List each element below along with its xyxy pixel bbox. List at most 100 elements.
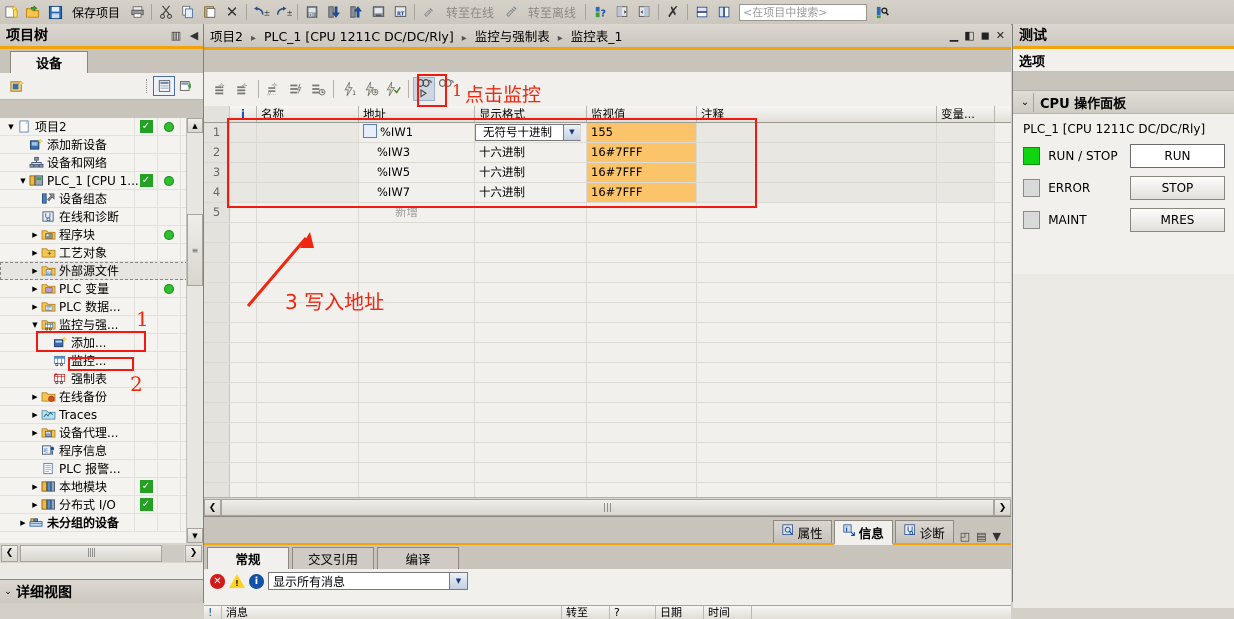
message-filter-select[interactable]: 显示所有消息 ▼	[268, 572, 468, 590]
tree-item-11[interactable]: ▼ 监控与强...	[0, 316, 203, 334]
h-scroll-thumb[interactable]: ||||	[20, 544, 162, 562]
table-scroll-right-button[interactable]: ❯	[994, 499, 1011, 516]
tree-item-9[interactable]: ▶ PLC 变量	[0, 280, 203, 298]
tree-vertical-scrollbar[interactable]: ▲ ≡ ▼	[186, 118, 203, 543]
cell-indicator[interactable]	[230, 123, 257, 142]
cell-display-format[interactable]: 十六进制	[475, 163, 587, 182]
cell-address[interactable]: %IW3	[359, 143, 475, 162]
tree-item-0[interactable]: ▼ 项目2 ✓	[0, 118, 203, 136]
tree-item-5[interactable]: 在线和诊断	[0, 208, 203, 226]
tree-item-4[interactable]: 设备组态	[0, 190, 203, 208]
breadcrumb-item-2[interactable]: 监控与强制表	[475, 29, 550, 44]
insert-row-icon[interactable]	[210, 77, 232, 101]
modify-timed-icon[interactable]	[307, 77, 329, 101]
table-empty-row[interactable]	[204, 423, 1011, 443]
tree-item-6[interactable]: ▶ 程序块	[0, 226, 203, 244]
scroll-down-button[interactable]: ▼	[187, 528, 203, 543]
cpu-button-run[interactable]: RUN	[1129, 144, 1225, 168]
tree-item-13[interactable]: 监控...	[0, 352, 203, 370]
scroll-thumb[interactable]: ≡	[187, 214, 203, 286]
open-project-icon[interactable]	[22, 1, 44, 23]
scroll-right-button[interactable]: ❯	[185, 544, 202, 562]
go-offline-label[interactable]: 转至离线	[522, 4, 582, 21]
undock-icon[interactable]: ◰	[960, 530, 970, 543]
col-header-monitor-value[interactable]: 监视值	[587, 106, 697, 122]
save-icon[interactable]	[44, 1, 66, 23]
help-diagnostics-icon[interactable]: ?	[589, 1, 611, 23]
detail-view-panel[interactable]: ⌄ 详细视图	[0, 579, 204, 603]
format-select[interactable]: 无符号十进制 ▼	[475, 124, 581, 141]
tree-expander-3[interactable]: ▼	[18, 177, 28, 185]
monitor-icon[interactable]	[413, 77, 435, 101]
tree-item-17[interactable]: ▶ 设备代理...	[0, 424, 203, 442]
table-row[interactable]: 2 %IW3 十六进制 16#7FFF	[204, 143, 1011, 163]
upload-icon[interactable]	[345, 1, 367, 23]
chevron-down-icon[interactable]: ▼	[563, 125, 580, 140]
cell-address[interactable]: %IW5	[359, 163, 475, 182]
tree-item-19[interactable]: PLC 报警...	[0, 460, 203, 478]
copy-icon[interactable]	[177, 1, 199, 23]
table-scroll-left-button[interactable]: ❮	[204, 499, 221, 516]
cell-indicator[interactable]	[230, 203, 257, 222]
scroll-up-button[interactable]: ▲	[187, 118, 203, 133]
h-scroll-track[interactable]: ||||	[19, 544, 184, 562]
tab-properties[interactable]: 属性	[772, 520, 832, 543]
tree-expander-7[interactable]: ▶	[30, 249, 40, 257]
new-project-icon[interactable]	[0, 1, 22, 23]
cell-monitor-value[interactable]: 16#7FFF	[587, 143, 697, 162]
download-icon[interactable]	[323, 1, 345, 23]
tree-item-1[interactable]: 添加新设备	[0, 136, 203, 154]
cell-name[interactable]	[257, 143, 359, 162]
cell-monitor-value[interactable]: 16#7FFF	[587, 183, 697, 202]
subtab-general[interactable]: 常规	[207, 547, 289, 569]
cell-display-format[interactable]	[475, 203, 587, 222]
tree-expander-11[interactable]: ▼	[30, 321, 40, 329]
tree-expander-22[interactable]: ▶	[18, 519, 28, 527]
tree-item-10[interactable]: ▶ PLC 数据...	[0, 298, 203, 316]
compile-icon[interactable]: DI	[301, 1, 323, 23]
error-filter-icon[interactable]: ✕	[210, 573, 225, 589]
tree-item-8[interactable]: ▶ 01 外部源文件	[0, 262, 203, 280]
tree-item-2[interactable]: 设备和网络	[0, 154, 203, 172]
cell-monitor-value[interactable]: 16#7FFF	[587, 163, 697, 182]
table-empty-row[interactable]	[204, 403, 1011, 423]
tree-expander-20[interactable]: ▶	[30, 483, 40, 491]
cell-indicator[interactable]	[230, 143, 257, 162]
chevron-down-icon[interactable]: ▼	[449, 573, 467, 589]
tree-expander-8[interactable]: ▶	[30, 267, 40, 275]
project-view-icon[interactable]	[175, 75, 197, 97]
tree-item-18[interactable]: 班程序信息	[0, 442, 203, 460]
portal-view-icon[interactable]	[153, 76, 175, 96]
col-header-name[interactable]: 名称	[257, 106, 359, 122]
tree-expander-15[interactable]: ▶	[30, 393, 40, 401]
cell-variable[interactable]	[937, 203, 995, 222]
search-input[interactable]: <在项目中搜索>	[739, 3, 868, 21]
table-h-scroll-track[interactable]: |||	[221, 499, 994, 516]
cell-indicator[interactable]	[230, 163, 257, 182]
cell-name[interactable]	[257, 163, 359, 182]
tree-expander-17[interactable]: ▶	[30, 429, 40, 437]
tree-expander-10[interactable]: ▶	[30, 303, 40, 311]
info-filter-icon[interactable]: i	[249, 573, 264, 589]
tree-item-20[interactable]: ▶ 本地模块 ✓	[0, 478, 203, 496]
tree-expander-16[interactable]: ▶	[30, 411, 40, 419]
minimize-button[interactable]: ▁	[950, 29, 958, 42]
window-split-h-icon[interactable]	[691, 1, 713, 23]
tree-item-7[interactable]: ▶ 工艺对象	[0, 244, 203, 262]
col-header-i[interactable]: i	[230, 106, 257, 122]
cell-monitor-value[interactable]	[587, 203, 697, 222]
search-run-icon[interactable]	[871, 1, 893, 23]
tree-expander-6[interactable]: ▶	[30, 231, 40, 239]
paste-icon[interactable]	[199, 1, 221, 23]
split-vertical-icon[interactable]	[633, 1, 655, 23]
modify-icon[interactable]	[285, 77, 307, 101]
tree-item-21[interactable]: ▶ 分布式 I/O ✓	[0, 496, 203, 514]
col-header-format[interactable]: 显示格式	[475, 106, 587, 122]
breadcrumb-item-1[interactable]: PLC_1 [CPU 1211C DC/DC/Rly]	[264, 29, 454, 44]
tree-expander-9[interactable]: ▶	[30, 285, 40, 293]
table-empty-row[interactable]	[204, 243, 1011, 263]
cpu-button-mres[interactable]: MRES	[1129, 208, 1225, 232]
table-empty-row[interactable]	[204, 263, 1011, 283]
cpu-button-stop[interactable]: STOP	[1129, 176, 1225, 200]
cell-variable[interactable]	[937, 123, 995, 142]
